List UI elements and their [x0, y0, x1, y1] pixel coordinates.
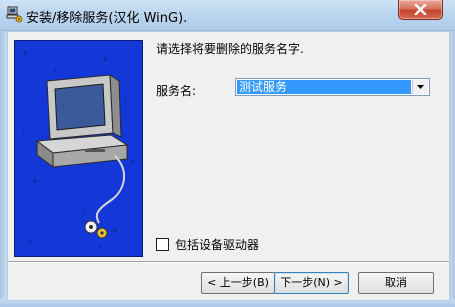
- cancel-button[interactable]: 取消: [358, 272, 434, 294]
- dialog-client-area: 请选择将要删除的服务名字. 服务名: 测试服务 包括设备驱动器 < 上一步(B)…: [7, 31, 450, 301]
- button-separator: [8, 261, 449, 263]
- back-button[interactable]: < 上一步(B): [201, 272, 275, 294]
- service-name-dropdown[interactable]: 测试服务: [235, 78, 430, 96]
- window-border-left: [0, 31, 7, 307]
- service-name-selected-value: 测试服务: [237, 80, 411, 94]
- window-title: 安装/移除服务(汉化 WinG).: [26, 11, 188, 26]
- include-drivers-option[interactable]: 包括设备驱动器: [156, 236, 259, 253]
- close-button[interactable]: [398, 0, 443, 20]
- chevron-down-icon: [417, 85, 424, 89]
- wizard-picture: [14, 40, 143, 257]
- computer-setup-icon: [6, 6, 23, 23]
- next-button[interactable]: 下一步(N) >: [274, 272, 349, 294]
- close-icon: [414, 4, 427, 15]
- computer-illustration-icon: [21, 49, 135, 248]
- instruction-text: 请选择将要删除的服务名字.: [156, 42, 304, 56]
- include-drivers-label: 包括设备驱动器: [175, 238, 260, 252]
- dropdown-arrow-button[interactable]: [412, 80, 428, 94]
- title-bar[interactable]: 安装/移除服务(汉化 WinG).: [0, 0, 455, 31]
- include-drivers-checkbox[interactable]: [156, 238, 169, 251]
- service-name-label: 服务名:: [156, 84, 197, 98]
